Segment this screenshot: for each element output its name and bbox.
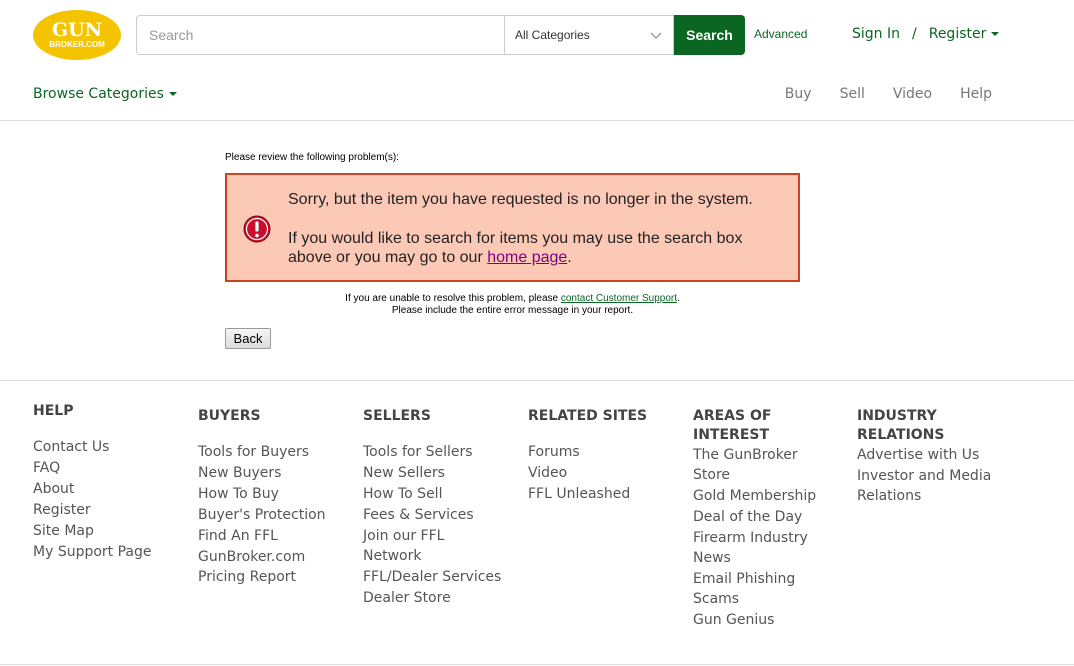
footer-link[interactable]: The GunBroker Store: [693, 447, 798, 483]
support-text-line2: Please include the entire error message …: [391, 305, 634, 316]
search-bar: All Categories Search: [136, 15, 745, 55]
footer-link[interactable]: Gun Genius: [693, 612, 774, 628]
main-nav: Buy Sell Video Help: [757, 86, 992, 102]
nav-buy[interactable]: Buy: [785, 86, 812, 102]
footer-col-areas-of-interest: AREAS OF INTEREST The GunBroker Store Go…: [693, 407, 818, 630]
footer-link[interactable]: Email Phishing Scams: [693, 571, 795, 607]
register-label: Register: [928, 26, 987, 42]
footer-heading: BUYERS: [198, 408, 261, 424]
contact-support-link[interactable]: contact Customer Support: [561, 293, 677, 304]
account-links: Sign In / Register: [852, 26, 1000, 42]
caret-down-icon: [991, 32, 1000, 36]
footer-link[interactable]: GunBroker.com Pricing Report: [198, 549, 305, 585]
footer-link[interactable]: Advertise with Us: [857, 447, 979, 463]
footer-link[interactable]: Tools for Buyers: [198, 444, 309, 460]
footer-divider: [0, 380, 1074, 381]
nav-video[interactable]: Video: [893, 86, 932, 102]
footer-col-help: HELP Contact Us FAQ About Register Site …: [33, 402, 183, 562]
footer-link[interactable]: How To Buy: [198, 486, 279, 502]
footer-col-sellers: SELLERS Tools for Sellers New Sellers Ho…: [363, 407, 513, 608]
advanced-search-link[interactable]: Advanced: [754, 27, 807, 41]
footer-link[interactable]: About: [33, 481, 74, 497]
gunbroker-logo[interactable]: GUN BROKER.COM: [33, 10, 121, 60]
footer-link[interactable]: Dealer Store: [363, 590, 451, 606]
register-dropdown[interactable]: Register: [929, 26, 1000, 42]
footer-link[interactable]: Site Map: [33, 523, 94, 539]
browse-categories-dropdown[interactable]: Browse Categories: [33, 86, 177, 102]
home-page-link[interactable]: home page: [487, 249, 567, 266]
site-header: GUN BROKER.COM All Categories Search Adv…: [0, 0, 1074, 120]
footer-link[interactable]: Join our FFL Network: [363, 528, 444, 564]
error-message-secondary: If you would like to search for items yo…: [288, 229, 778, 267]
category-select-value: All Categories: [515, 28, 590, 42]
footer-link[interactable]: My Support Page: [33, 544, 152, 560]
footer-link[interactable]: Register: [33, 502, 91, 518]
category-select[interactable]: All Categories: [504, 15, 674, 55]
footer-link[interactable]: Forums: [528, 444, 580, 460]
footer-heading: HELP: [33, 403, 74, 419]
footer-link[interactable]: FFL/Dealer Services: [363, 569, 501, 585]
footer-link[interactable]: Tools for Sellers: [363, 444, 473, 460]
logo-text-gun: GUN: [52, 19, 102, 41]
nav-help[interactable]: Help: [960, 86, 992, 102]
footer-link[interactable]: Find An FFL: [198, 528, 278, 544]
footer-link[interactable]: New Sellers: [363, 465, 445, 481]
footer-link[interactable]: Investor and Media Relations: [857, 468, 991, 504]
footer-link[interactable]: FAQ: [33, 460, 60, 476]
footer-link[interactable]: Firearm Industry News: [693, 530, 808, 566]
footer-link[interactable]: How To Sell: [363, 486, 442, 502]
footer-col-related-sites: RELATED SITES Forums Video FFL Unleashed: [528, 407, 678, 504]
chevron-down-icon: [650, 32, 662, 39]
sign-in-link[interactable]: Sign In: [852, 26, 900, 42]
nav-sell[interactable]: Sell: [840, 86, 865, 102]
search-button[interactable]: Search: [674, 15, 745, 55]
logo-text-broker: BROKER.COM: [49, 40, 105, 49]
footer-link[interactable]: Gold Membership: [693, 488, 816, 504]
footer-link[interactable]: Video: [528, 465, 567, 481]
footer-link[interactable]: Deal of the Day: [693, 509, 802, 525]
error-icon: [243, 215, 271, 243]
problem-label: Please review the following problem(s):: [225, 152, 399, 163]
error-message-primary: Sorry, but the item you have requested i…: [288, 191, 753, 208]
footer-link[interactable]: New Buyers: [198, 465, 281, 481]
footer-link[interactable]: Buyer's Protection: [198, 507, 326, 523]
footer-col-industry-relations: INDUSTRY RELATIONS Advertise with Us Inv…: [857, 407, 1007, 506]
footer-link[interactable]: Contact Us: [33, 439, 109, 455]
caret-down-icon: [168, 92, 177, 96]
footer-link[interactable]: FFL Unleashed: [528, 486, 630, 502]
footer-heading: AREAS OF INTEREST: [693, 408, 772, 443]
bottom-divider: [0, 664, 1074, 665]
account-separator: /: [912, 26, 917, 42]
header-divider: [0, 120, 1074, 121]
back-button[interactable]: Back: [225, 328, 271, 349]
footer-col-buyers: BUYERS Tools for Buyers New Buyers How T…: [198, 407, 348, 587]
error-message-box: Sorry, but the item you have requested i…: [225, 173, 800, 282]
footer-link[interactable]: Fees & Services: [363, 507, 474, 523]
error-message-period: .: [567, 249, 572, 266]
support-period: .: [677, 293, 680, 304]
footer-heading: RELATED SITES: [528, 408, 648, 424]
support-text: If you are unable to resolve this proble…: [345, 293, 561, 304]
support-note: If you are unable to resolve this proble…: [225, 293, 800, 317]
footer-heading: INDUSTRY RELATIONS: [857, 408, 945, 443]
browse-categories-label: Browse Categories: [33, 86, 164, 102]
footer-heading: SELLERS: [363, 408, 431, 424]
search-input[interactable]: [136, 15, 504, 55]
